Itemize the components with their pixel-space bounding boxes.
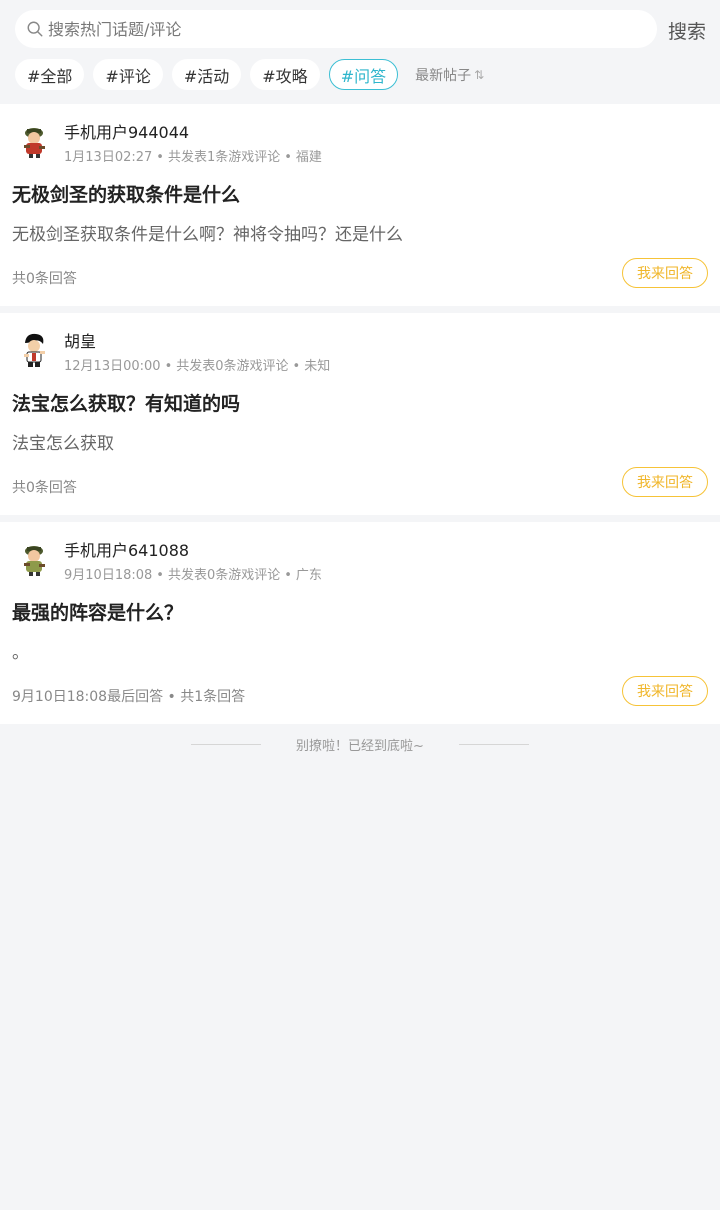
answer-button[interactable]: 我来回答 <box>622 258 708 288</box>
post-title[interactable]: 无极剑圣的获取条件是什么 <box>12 180 708 210</box>
search-button[interactable]: 搜索 <box>668 17 706 44</box>
post-meta: 9月10日18:08 • 共发表0条游戏评论 • 广东 <box>64 568 322 583</box>
region: 福建 <box>295 150 322 165</box>
avatar[interactable] <box>14 538 54 578</box>
post-body[interactable]: 无极剑圣获取条件是什么啊？神将令抽吗？还是什么 <box>12 222 708 248</box>
last-answer-info: 9月10日18:08最后回答 • 共1条回答 <box>12 689 246 705</box>
review-count: 共发表0条游戏评论 <box>167 568 281 583</box>
review-count: 共发表1条游戏评论 <box>167 150 281 165</box>
post-footer: 共0条回答 我来回答 <box>12 248 708 306</box>
post-title[interactable]: 法宝怎么获取？有知道的吗 <box>12 389 708 419</box>
post-meta: 1月13日02:27 • 共发表1条游戏评论 • 福建 <box>64 150 322 165</box>
tag-activity[interactable]: #活动 <box>171 59 242 90</box>
post-header: 手机用户641088 9月10日18:08 • 共发表0条游戏评论 • 广东 <box>12 522 708 590</box>
tag-review[interactable]: #评论 <box>93 59 163 90</box>
username[interactable]: 胡皇 <box>64 328 96 352</box>
avatar[interactable] <box>14 329 54 369</box>
end-of-list: 别撩啦！已经到底啦~ <box>0 724 720 764</box>
post-footer: 共0条回答 我来回答 <box>12 457 708 515</box>
header: 搜索 #全部 #评论 #活动 #攻略 #问答 最新帖子 ⇅ <box>0 0 720 104</box>
search-box[interactable] <box>15 10 657 48</box>
sort-arrows-icon: ⇅ <box>474 67 485 82</box>
answer-button[interactable]: 我来回答 <box>622 676 708 706</box>
tag-bar: #全部 #评论 #活动 #攻略 #问答 最新帖子 ⇅ <box>15 59 484 90</box>
username[interactable]: 手机用户641088 <box>64 537 189 561</box>
answer-count: 共0条回答 <box>12 480 77 496</box>
post-card[interactable]: 手机用户944044 1月13日02:27 • 共发表1条游戏评论 • 福建 无极剑圣的… <box>0 104 720 306</box>
avatar[interactable] <box>14 120 54 160</box>
answer-button[interactable]: 我来回答 <box>622 467 708 497</box>
answer-count: 共0条回答 <box>12 271 77 287</box>
sort-selector[interactable]: 最新帖子 ⇅ <box>415 65 484 85</box>
post-time: 1月13日02:27 <box>64 150 153 165</box>
post-time: 12月13日00:00 <box>64 359 161 374</box>
end-text: 别撩啦！已经到底啦~ <box>296 738 424 754</box>
search-icon <box>27 21 43 37</box>
post-footer: 9月10日18:08最后回答 • 共1条回答 我来回答 <box>12 666 708 724</box>
post-title[interactable]: 最强的阵容是什么？ <box>12 598 708 628</box>
review-count: 共发表0条游戏评论 <box>176 359 289 374</box>
post-card[interactable]: 胡皇 12月13日00:00 • 共发表0条游戏评论 • 未知 法宝怎么获取？有知道的吗… <box>0 313 720 515</box>
tag-guide[interactable]: #攻略 <box>250 59 320 90</box>
region: 广东 <box>295 568 322 583</box>
post-card[interactable]: 手机用户641088 9月10日18:08 • 共发表0条游戏评论 • 广东 最强的阵容… <box>0 522 720 724</box>
sort-label: 最新帖子 <box>415 67 472 84</box>
tag-all[interactable]: #全部 <box>15 59 85 90</box>
region: 未知 <box>304 359 331 374</box>
tag-qa[interactable]: #问答 <box>328 59 399 90</box>
post-time: 9月10日18:08 <box>64 568 153 583</box>
post-header: 手机用户944044 1月13日02:27 • 共发表1条游戏评论 • 福建 <box>12 104 708 172</box>
post-body[interactable]: 法宝怎么获取 <box>12 431 708 457</box>
username[interactable]: 手机用户944044 <box>64 119 189 143</box>
search-input[interactable] <box>48 19 628 39</box>
post-meta: 12月13日00:00 • 共发表0条游戏评论 • 未知 <box>64 359 331 374</box>
post-body[interactable]: 。 <box>12 640 708 666</box>
post-header: 胡皇 12月13日00:00 • 共发表0条游戏评论 • 未知 <box>12 313 708 381</box>
